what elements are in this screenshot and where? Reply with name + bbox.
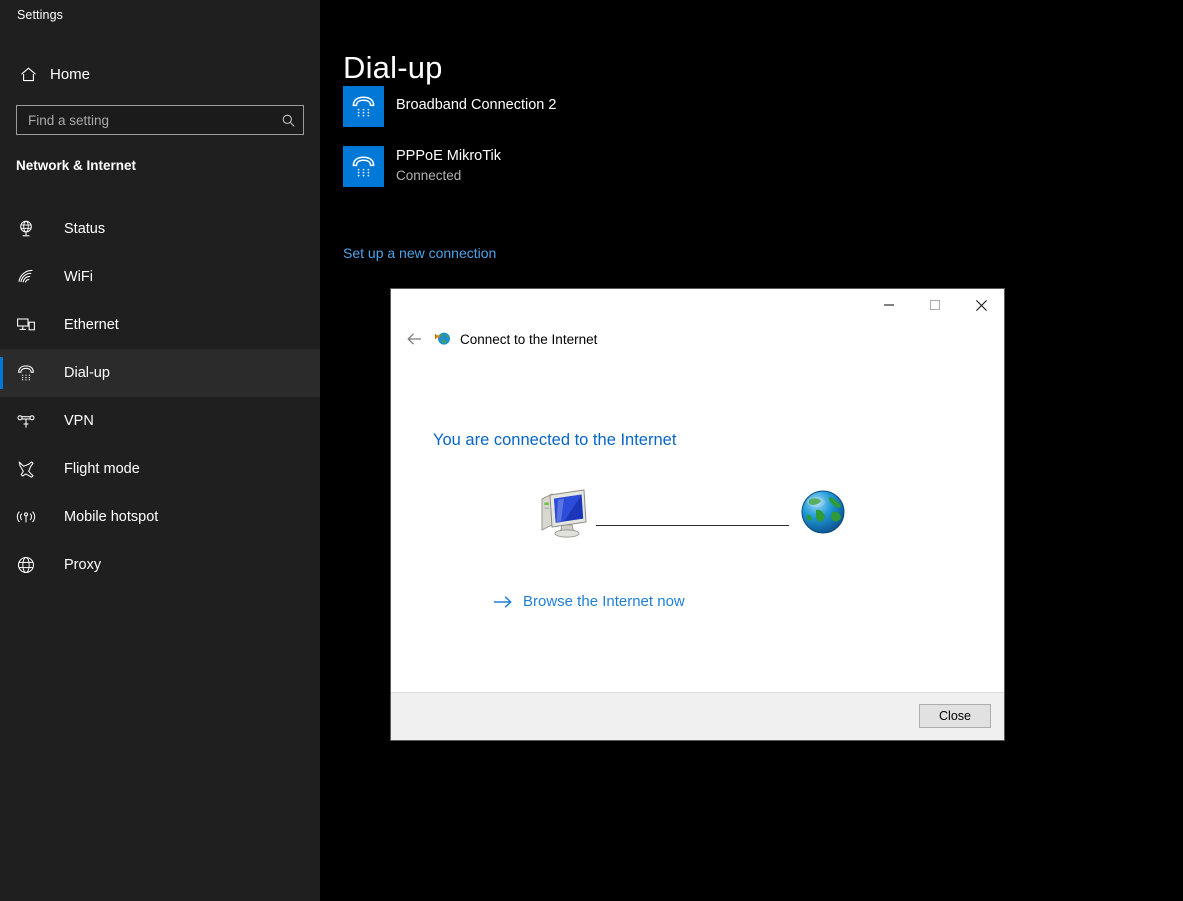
dialog-titlebar[interactable] <box>391 289 1004 321</box>
status-globe-monitor-icon <box>16 219 48 239</box>
close-button[interactable]: Close <box>919 704 991 728</box>
dialog-heading: You are connected to the Internet <box>433 431 677 449</box>
sidebar-nav-list: Status WiFi Ethernet Dial-up VPN Flight … <box>0 205 320 589</box>
sidebar-item-proxy-label: Proxy <box>64 557 102 573</box>
sidebar-item-ethernet[interactable]: Ethernet <box>0 301 320 349</box>
sidebar-item-vpn[interactable]: VPN <box>0 397 320 445</box>
dialog-footer: Close <box>391 692 1004 740</box>
dialog-nav-bar: Connect to the Internet <box>391 321 1004 357</box>
sidebar-item-wifi-label: WiFi <box>64 269 93 285</box>
dial-up-connection-list: Broadband Connection 2 PPPoE MikroTik Co… <box>343 76 843 196</box>
arrow-right-icon <box>493 595 513 609</box>
app-title: Settings <box>17 8 63 22</box>
connection-name: Broadband Connection 2 <box>396 97 557 114</box>
sidebar-section-header: Network & Internet <box>16 158 137 173</box>
minimize-icon[interactable] <box>866 289 912 321</box>
hotspot-antenna-icon <box>16 507 48 527</box>
search-box[interactable] <box>16 105 304 135</box>
connect-to-internet-dialog: Connect to the Internet You are connecte… <box>390 288 1005 741</box>
list-item[interactable]: Broadband Connection 2 <box>343 76 843 136</box>
sidebar-item-flight-mode-label: Flight mode <box>64 461 140 477</box>
sidebar-item-mobile-hotspot-label: Mobile hotspot <box>64 509 159 525</box>
sidebar-item-flight-mode[interactable]: Flight mode <box>0 445 320 493</box>
sidebar-item-home[interactable]: Home <box>10 58 310 90</box>
world-globe-icon <box>799 488 847 541</box>
browse-internet-link[interactable]: Browse the Internet now <box>493 593 685 610</box>
sidebar-item-home-label: Home <box>50 65 91 83</box>
sidebar-item-status[interactable]: Status <box>0 205 320 253</box>
connection-illustration <box>391 485 1004 553</box>
connection-status: Connected <box>396 167 462 183</box>
connection-line <box>596 525 789 526</box>
list-item-text: PPPoE MikroTik Connected <box>396 147 501 185</box>
back-arrow-icon[interactable] <box>399 326 429 352</box>
window-controls <box>866 289 1004 321</box>
browse-internet-link-label: Browse the Internet now <box>523 593 685 610</box>
list-item-text: Broadband Connection 2 <box>396 96 556 116</box>
sidebar-item-mobile-hotspot[interactable]: Mobile hotspot <box>0 493 320 541</box>
dial-up-phone-icon <box>343 85 384 127</box>
connection-name: PPPoE MikroTik <box>396 148 502 165</box>
sidebar: Settings Home Network & Internet <box>0 0 320 901</box>
sidebar-item-wifi[interactable]: WiFi <box>0 253 320 301</box>
home-icon <box>10 65 46 84</box>
sidebar-item-vpn-label: VPN <box>64 413 94 429</box>
sidebar-item-dial-up[interactable]: Dial-up <box>0 349 320 397</box>
dialog-title: Connect to the Internet <box>460 331 598 347</box>
sidebar-item-proxy[interactable]: Proxy <box>0 541 320 589</box>
globe-icon <box>16 555 48 575</box>
sidebar-item-ethernet-label: Ethernet <box>64 317 119 333</box>
dial-up-phone-icon <box>16 363 48 383</box>
computer-monitor-icon <box>534 485 592 548</box>
close-icon[interactable] <box>958 289 1004 321</box>
ethernet-icon <box>16 315 48 335</box>
setup-new-connection-link[interactable]: Set up a new connection <box>343 245 496 261</box>
search-icon[interactable] <box>273 106 303 134</box>
wifi-icon <box>16 267 48 287</box>
settings-window: Settings Home Network & Internet <box>0 0 1183 901</box>
sidebar-item-dial-up-label: Dial-up <box>64 365 110 381</box>
sidebar-item-status-label: Status <box>64 221 106 237</box>
list-item[interactable]: PPPoE MikroTik Connected <box>343 136 843 196</box>
airplane-icon <box>16 459 48 479</box>
dial-up-phone-icon <box>343 145 384 187</box>
globe-plug-icon <box>434 330 452 348</box>
vpn-key-icon <box>16 411 48 431</box>
maximize-icon[interactable] <box>912 289 958 321</box>
search-input[interactable] <box>17 106 273 134</box>
